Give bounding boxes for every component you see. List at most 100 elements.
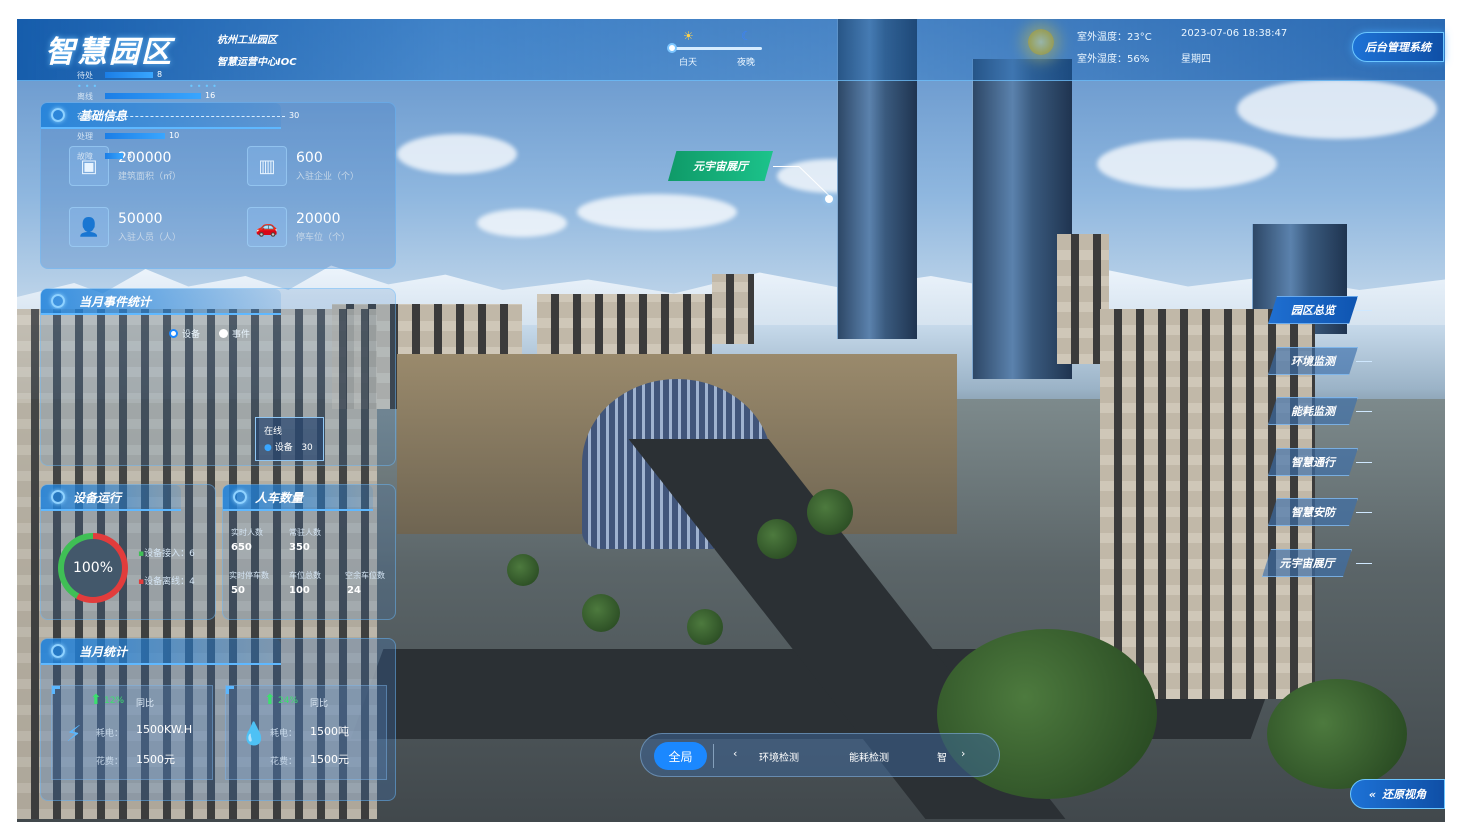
panel-header: 当月统计 [41,639,281,665]
bar-value: 8 [157,70,163,79]
usage-label: 耗电： [270,729,298,739]
day-night-slider[interactable]: ☀ ☾ 白天 夜晚 [667,29,767,73]
nav-item-environment[interactable]: 环境检测 [759,749,799,764]
tooltip-title: 在线 [264,427,283,437]
park-name: 杭州工业园区 [217,35,277,46]
metric-value: 24 [347,585,361,596]
basic-info-panel: 基础信息 ▣ 200000 建筑面积（㎡） ▥ 600 入驻企业（个） 👤 50… [40,102,396,269]
right-menu-item[interactable]: 能耗监测 [1268,397,1358,425]
device-operation-panel: 设备运行 100% ▪设备接入：6 ▪设备离线：4 [40,484,216,620]
ring-percent: 100% [64,539,122,597]
bar-label: 处理 [77,132,93,141]
usage-value: 1500KW.H [136,723,193,736]
metaverse-hall-tag[interactable]: 元宇宙展厅 [668,151,773,181]
corner-accent [52,686,60,694]
right-menu-item[interactable]: 环境监测 [1268,347,1358,375]
cloud [477,209,567,237]
target-icon [51,490,65,504]
day-night-track[interactable] [672,47,762,50]
nav-item-smart[interactable]: 智 [937,749,947,764]
right-menu-item[interactable]: 智慧通行 [1268,448,1358,476]
right-menu-item[interactable]: 智慧安防 [1268,498,1358,526]
chart-tooltip: 在线 ● 设备 30 [255,417,324,461]
metric-value: 100 [289,585,310,596]
metric-label: 实时人数 [231,528,263,537]
legend-event[interactable]: 事件 [219,327,250,340]
connected-text: 设备接入：6 [144,549,195,559]
metric-label: 车位总数 [289,571,321,580]
outdoor-temperature: 室外温度：23°C [1077,32,1152,43]
chevron-right-icon[interactable]: › [961,747,965,760]
menu-connector-line [1356,361,1372,362]
bar[interactable] [105,133,165,139]
target-icon [51,108,65,122]
right-menu-item[interactable]: 园区总览 [1268,296,1358,324]
bar[interactable] [105,116,285,117]
tree [757,519,797,559]
app-title: 智慧园区 [45,35,173,70]
bar-value: 3 [127,151,133,160]
metric-label: 空余车位数 [345,571,385,580]
target-icon [51,294,65,308]
metric-label: 实时停车数 [229,571,269,580]
bar-value: 16 [205,91,216,100]
device-online-ring: 100% [58,533,128,603]
legend-swatch [169,329,178,338]
nav-item-energy[interactable]: 能耗检测 [849,749,889,764]
monthly-events-panel: 当月事件统计 设备 事件 待处 8 离线 16 在线 30 处理 10 故障 3 在线 ● 设备 … [40,70,396,466]
reset-view-label: 还原视角 [1382,788,1427,801]
usage-value: 1500吨 [310,725,349,738]
decorative-dots: •••• [189,82,220,91]
cost-value: 1500元 [136,753,175,766]
legend-swatch [219,329,228,338]
water-card: ⬆ 24% 同比 💧 耗电： 1500吨 花费： 1500元 [225,685,387,780]
bottom-nav-bar: 全局 ‹ 环境检测 能耗检测 智 › [640,733,1000,777]
up-arrow-icon: ⬆ [264,692,276,708]
chevron-left-icon[interactable]: ‹ [733,747,737,760]
bar[interactable] [105,153,123,159]
cloud [397,134,517,174]
tree [687,609,723,645]
tree [507,554,539,586]
yoy-label: 同比 [310,699,329,709]
legend-device[interactable]: 设备 [169,327,200,340]
lightning-icon: ⚡ [66,722,82,747]
bar[interactable] [105,72,153,78]
panel-title: 人车数量 [255,490,304,505]
tooltip-value: 30 [301,443,313,453]
menu-connector-line [1356,310,1372,311]
cloud [1237,79,1437,139]
devices-offline: ▪设备离线：4 [138,574,195,587]
metric-value: 50 [231,585,245,596]
metric-label: 常驻人数 [289,528,321,537]
bar-value: 10 [169,131,180,140]
legend-label: 事件 [232,330,251,340]
panel-header: 设备运行 [41,485,181,511]
usage-label: 耗电： [96,729,124,739]
bar-row: 故障 3 [77,151,377,163]
offline-text: 设备离线：4 [144,577,195,587]
menu-connector-line [1356,563,1372,564]
tooltip-dot: ● [264,443,275,453]
electricity-card: ⬆ 12% 同比 ⚡ 耗电： 1500KW.H 花费： 1500元 [51,685,213,780]
day-label: 白天 [679,58,698,68]
distant-building [712,274,754,344]
reset-view-button[interactable]: « 还原视角 [1350,779,1445,809]
bar-row: 离线 16 [77,91,377,103]
bar[interactable] [105,93,201,99]
double-chevron-left-icon: « [1368,787,1377,801]
admin-system-button[interactable]: 后台管理系统 [1352,32,1444,62]
day-night-handle[interactable] [667,43,677,53]
bar-label: 故障 [77,152,93,161]
nav-all-button[interactable]: 全局 [654,742,707,770]
menu-connector-line [1356,462,1372,463]
bar-value: 30 [289,111,300,120]
tag-leader-line [773,166,799,167]
decorative-dots: ••• [77,82,101,91]
person-icon: 👤 [69,207,109,247]
metric-value: 350 [289,542,310,553]
bar-label: 在线 [77,112,93,121]
cost-label: 花费： [96,757,124,767]
panel-header: 人车数量 [223,485,373,511]
right-menu-item[interactable]: 元宇宙展厅 [1262,549,1352,577]
